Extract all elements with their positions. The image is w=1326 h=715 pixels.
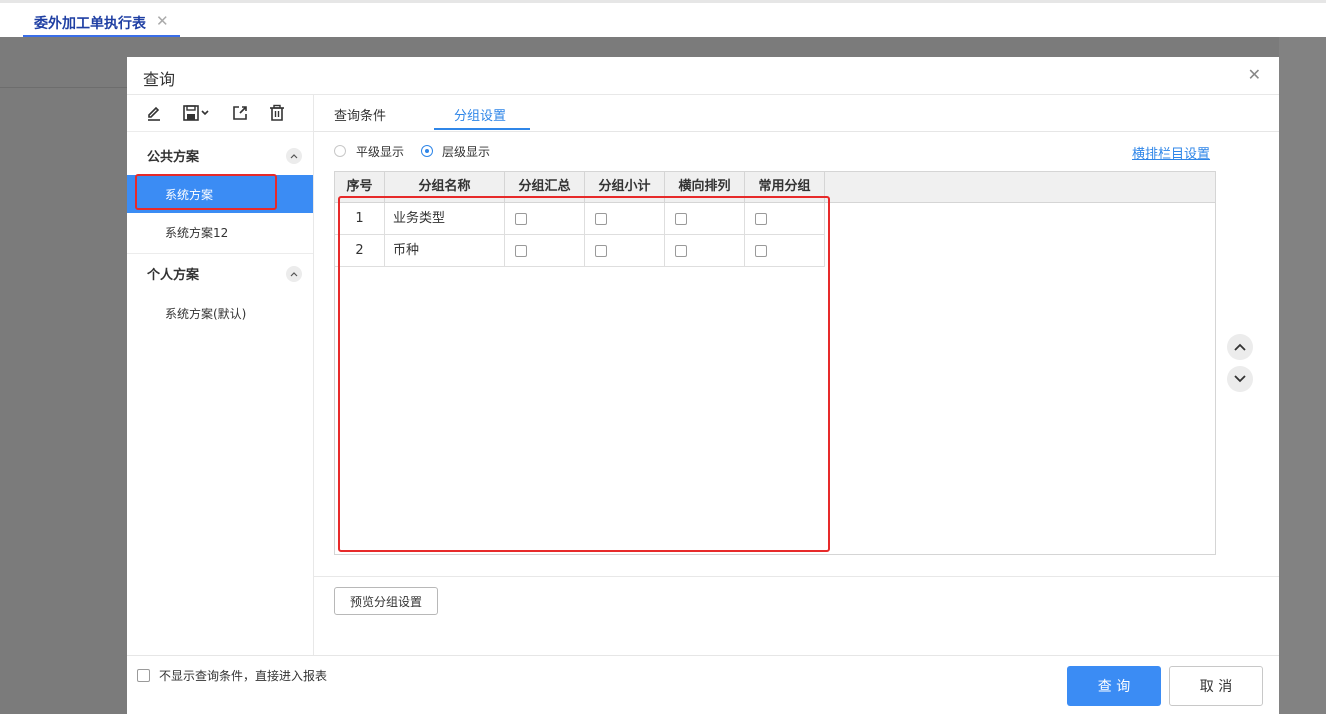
export-icon[interactable] [229,102,251,124]
query-dialog: 查询 ✕ 公共方案 系统方案 系统方案12 个人方案 系统方案(默认) 查询条件… [127,57,1279,715]
active-tab-indicator [434,128,530,130]
chevron-up-icon[interactable] [286,266,302,282]
scheme-item-system-default[interactable]: 系统方案(默认) [127,294,313,332]
group-subtotal-checkbox[interactable] [595,213,607,225]
tab-query-conditions[interactable]: 查询条件 [334,105,386,124]
column-header: 分组汇总 [505,172,585,202]
dialog-header: 查询 ✕ [127,57,1279,95]
radio-flat-display[interactable] [334,145,346,157]
scheme-item-label: 系统方案12 [165,226,229,240]
row-index: 2 [335,235,385,267]
overlay-scroll-strip [1279,37,1326,714]
radio-hierarchical-display[interactable] [421,145,433,157]
column-header: 常用分组 [745,172,825,202]
scheme-item-label: 系统方案 [165,188,214,202]
column-settings-link[interactable]: 横排栏目设置 [1132,143,1210,162]
close-icon[interactable]: ✕ [156,12,169,30]
row-index: 1 [335,203,385,235]
save-dropdown-icon[interactable] [182,102,212,124]
close-icon[interactable]: ✕ [1248,65,1261,84]
tab-group-settings[interactable]: 分组设置 [454,105,506,124]
subtotal-cell [585,203,665,235]
move-down-button[interactable] [1227,366,1253,392]
group-name-cell: 币种 [385,235,505,267]
dialog-footer: 不显示查询条件，直接进入报表 查 询 取 消 [127,655,1279,715]
move-up-button[interactable] [1227,334,1253,360]
column-header: 序号 [335,172,385,202]
app-tab-bar: 委外加工单执行表 ✕ [0,0,1326,37]
radio-label-flat: 平级显示 [356,145,405,159]
common-cell [745,203,825,235]
column-header: 分组名称 [385,172,505,202]
public-schemes-label: 公共方案 [147,150,200,165]
dialog-title: 查询 [143,70,176,89]
summary-cell [505,203,585,235]
table-row[interactable]: 1 业务类型 [335,203,825,235]
app-tab-label: 委外加工单执行表 [34,16,146,32]
grid-header: 序号 分组名称 分组汇总 分组小计 横向排列 常用分组 [335,172,1215,203]
column-header: 分组小计 [585,172,665,202]
group-summary-checkbox[interactable] [515,245,527,257]
delete-icon[interactable] [266,102,288,124]
cancel-button[interactable]: 取 消 [1169,666,1263,706]
group-subtotal-checkbox[interactable] [595,245,607,257]
settings-tabs: 查询条件 分组设置 [314,95,1279,132]
common-group-checkbox[interactable] [755,245,767,257]
horizontal-cell [665,235,745,267]
summary-cell [505,235,585,267]
scheme-toolbar [127,95,313,132]
horizontal-cell [665,203,745,235]
edit-icon[interactable] [143,102,165,124]
divider [314,576,1279,577]
group-name-cell: 业务类型 [385,203,505,235]
scheme-item-system-12[interactable]: 系统方案12 [127,213,313,251]
preview-group-settings-button[interactable]: 预览分组设置 [334,587,438,615]
common-group-checkbox[interactable] [755,213,767,225]
radio-label-hierarchical: 层级显示 [442,145,491,159]
subtotal-cell [585,235,665,267]
horizontal-arrange-checkbox[interactable] [675,245,687,257]
scheme-panel: 公共方案 系统方案 系统方案12 个人方案 系统方案(默认) [127,95,314,675]
app-tab-outsourcing-report[interactable]: 委外加工单执行表 ✕ [23,7,180,37]
common-cell [745,235,825,267]
group-summary-checkbox[interactable] [515,213,527,225]
horizontal-arrange-checkbox[interactable] [675,213,687,225]
scheme-item-label: 系统方案(默认) [165,307,247,321]
public-schemes-header: 公共方案 [127,136,313,174]
chevron-up-icon[interactable] [286,148,302,164]
skip-conditions-label: 不显示查询条件，直接进入报表 [159,669,328,683]
column-header: 横向排列 [665,172,745,202]
query-button[interactable]: 查 询 [1067,666,1161,706]
scheme-item-system[interactable]: 系统方案 [127,175,313,213]
skip-conditions-checkbox[interactable] [137,669,150,682]
table-row[interactable]: 2 币种 [335,235,825,267]
group-settings-grid: 序号 分组名称 分组汇总 分组小计 横向排列 常用分组 1 业务类型 2 币种 [334,171,1216,555]
personal-schemes-header: 个人方案 [127,254,313,292]
personal-schemes-label: 个人方案 [147,268,200,283]
